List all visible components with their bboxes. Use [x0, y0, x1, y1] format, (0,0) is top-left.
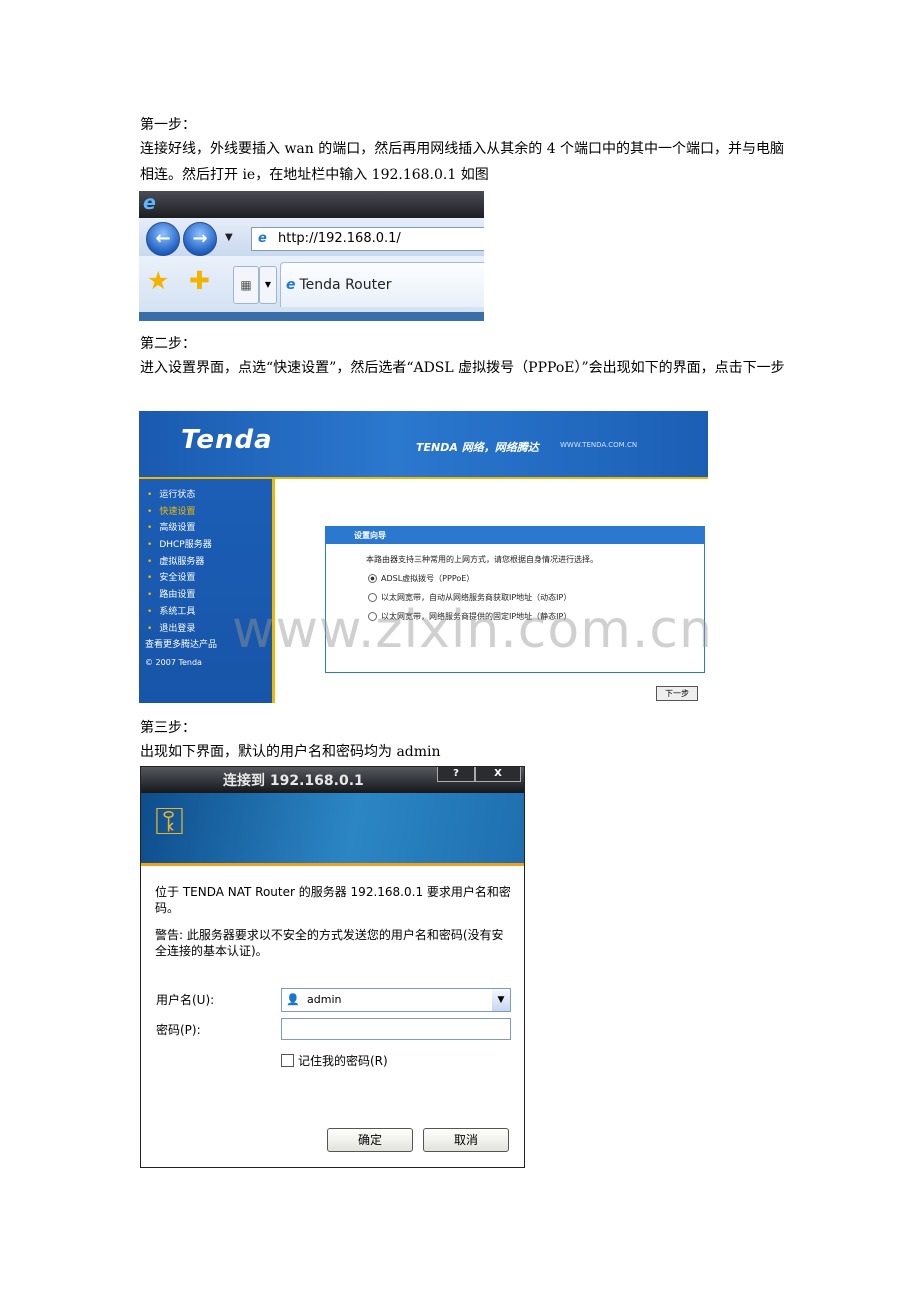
tenda-menu-item[interactable]: • 快速设置	[139, 504, 272, 521]
tab-title: Tenda Router	[299, 277, 392, 293]
bullet-icon: •	[147, 556, 153, 567]
dialog-titlebar: 连接到 192.168.0.1 ? X	[141, 767, 524, 793]
keys-icon: ⚿	[155, 799, 184, 843]
tenda-menu-label: 高级设置	[159, 523, 196, 534]
bullet-icon: •	[147, 540, 153, 551]
tenda-menu-label: 运行状态	[159, 490, 196, 500]
history-dropdown-icon[interactable]: ▼	[225, 232, 233, 243]
quick-tabs-icon[interactable]: ▦	[233, 266, 259, 304]
bullet-icon: •	[147, 606, 153, 617]
tenda-menu-item[interactable]: • 安全设置	[139, 570, 272, 587]
tenda-menu-item[interactable]: • 运行状态	[139, 487, 272, 504]
step2-text: 进入设置界面，点选“快速设置”，然后选者“ADSL 虚拟拨号（PPPoE）”会出…	[140, 360, 785, 376]
ok-button[interactable]: 确定	[327, 1128, 413, 1152]
tenda-menu-item[interactable]: • 虚拟服务器	[139, 554, 272, 571]
step3-text: 出现如下界面，默认的用户名和密码均为 admin	[140, 744, 441, 760]
add-favorite-icon[interactable]: ✚	[189, 268, 210, 293]
tenda-url: WWW.TENDA.COM.CN	[560, 441, 638, 449]
tenda-menu-label: 安全设置	[159, 573, 196, 584]
dialog-title: 连接到 192.168.0.1	[223, 773, 364, 789]
tenda-menu-label: 虚拟服务器	[159, 556, 205, 567]
ie-tab-row: ★ ✚ ▦ ▼ eTenda Router ×	[139, 256, 484, 312]
password-field[interactable]	[281, 1018, 511, 1040]
wizard-description: 本路由器支持三种常用的上网方式，请您根据自身情况进行选择。	[366, 555, 598, 564]
tenda-header: Tenda TENDA 网络，网络腾达 WWW.TENDA.COM.CN	[139, 411, 708, 479]
dialog-body: 位于 TENDA NAT Router 的服务器 192.168.0.1 要求用…	[141, 866, 524, 1167]
watermark: www.zixin.com.cn	[232, 600, 713, 660]
checkbox-icon[interactable]	[281, 1054, 294, 1067]
bullet-icon: •	[147, 623, 153, 634]
tab-list-dropdown-icon[interactable]: ▼	[259, 266, 277, 304]
bullet-icon: •	[147, 490, 153, 500]
bullet-icon: •	[147, 523, 153, 534]
dialog-banner: ⚿	[141, 793, 524, 866]
username-label: 用户名(U):	[156, 993, 215, 1007]
bullet-icon: •	[147, 506, 153, 517]
step3-title: 第三步：	[140, 720, 196, 736]
ie-bottom-bar	[139, 312, 484, 321]
address-text: http://192.168.0.1/	[278, 231, 401, 246]
dialog-warning: 警告: 此服务器要求以不安全的方式发送您的用户名和密码(没有安全连接的基本认证)…	[155, 928, 504, 958]
login-dialog-screenshot: 连接到 192.168.0.1 ? X ⚿ 位于 TENDA NAT Route…	[140, 766, 525, 1168]
wizard-option[interactable]: ADSL虚拟拨号（PPPoE）	[368, 573, 704, 584]
ie-titlebar: e	[139, 191, 484, 218]
wizard-title: 设置向导	[326, 527, 704, 544]
step1-text: 连接好线，外线要插入 wan 的端口，然后再用网线插入从其余的 4 个端口中的其…	[140, 141, 785, 183]
tenda-slogan: TENDA 网络，网络腾达	[416, 441, 539, 454]
dialog-message: 位于 TENDA NAT Router 的服务器 192.168.0.1 要求用…	[155, 885, 511, 915]
next-step-button[interactable]: 下一步	[656, 686, 698, 701]
page-icon: e	[258, 231, 267, 246]
user-icon: 👤	[286, 993, 300, 1006]
help-icon[interactable]: ?	[437, 767, 475, 782]
remember-password-checkbox[interactable]: 记住我的密码(R)	[281, 1052, 388, 1069]
tenda-menu-item[interactable]: • DHCP服务器	[139, 537, 272, 554]
chevron-down-icon[interactable]: ▼	[492, 989, 510, 1011]
username-value: admin	[307, 993, 342, 1006]
ie-nav-row: ← → ▼ e http://192.168.0.1/	[139, 218, 484, 256]
bullet-icon: •	[147, 590, 153, 601]
ie-toolbar-screenshot: e ← → ▼ e http://192.168.0.1/ ★ ✚ ▦ ▼ e Te…	[139, 191, 484, 321]
wizard-option-label: ADSL虚拟拨号（PPPoE）	[381, 574, 475, 583]
browser-tab[interactable]: eTenda Router ×	[280, 262, 484, 307]
close-icon[interactable]: X	[475, 767, 521, 782]
step2-title: 第二步：	[140, 336, 196, 352]
ie-logo-icon: e	[143, 192, 156, 214]
password-label: 密码(P):	[156, 1023, 201, 1037]
tenda-sidebar: • 运行状态 • 快速设置 • 高级设置 • DHCP服务器 • 虚拟服务器 • 安全设置 • 路由设置 •…	[139, 479, 275, 703]
cancel-button[interactable]: 取消	[423, 1128, 509, 1152]
tenda-menu-label: 快速设置	[159, 506, 196, 517]
address-bar[interactable]: e http://192.168.0.1/	[251, 227, 484, 251]
tenda-menu-item[interactable]: • 高级设置	[139, 520, 272, 537]
forward-arrow-icon[interactable]: →	[183, 222, 217, 256]
tenda-menu-label: DHCP服务器	[159, 540, 212, 551]
tenda-menu-label: 退出登录	[159, 623, 196, 634]
bullet-icon: •	[147, 573, 153, 584]
back-arrow-icon[interactable]: ←	[146, 222, 180, 256]
tenda-menu-label: 系统工具	[159, 606, 196, 617]
radio-icon[interactable]	[368, 574, 377, 583]
step1-title: 第一步：	[140, 117, 196, 133]
favorites-star-icon[interactable]: ★	[147, 268, 169, 293]
tenda-logo: Tenda	[181, 425, 273, 455]
tab-page-icon: e	[286, 277, 296, 293]
tenda-menu-label: 路由设置	[159, 590, 196, 601]
username-combobox[interactable]: 👤 admin ▼	[281, 988, 511, 1012]
remember-label: 记住我的密码(R)	[298, 1054, 388, 1068]
